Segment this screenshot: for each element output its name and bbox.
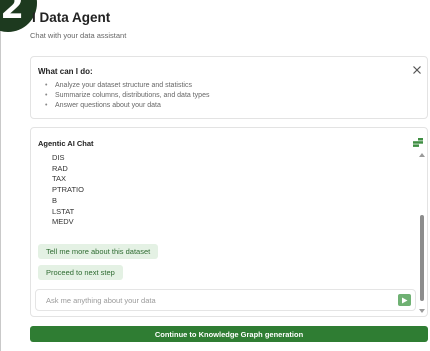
capabilities-list: Analyze your dataset structure and stati… [45, 81, 209, 112]
chat-message-line: DIS [52, 153, 65, 162]
send-button[interactable] [398, 294, 411, 306]
chat-message-line: MEDV [52, 217, 74, 227]
close-icon[interactable] [411, 64, 423, 76]
scroll-down-arrow-icon[interactable] [419, 309, 425, 313]
suggestion-next-step-button[interactable]: Proceed to next step [38, 265, 123, 280]
capabilities-panel: What can I do: Analyze your dataset stru… [30, 56, 428, 119]
scroll-up-arrow-icon[interactable] [419, 153, 425, 157]
capability-item: Analyze your dataset structure and stati… [45, 81, 209, 91]
chat-scrollbar[interactable] [418, 153, 426, 313]
chat-message-line: TAX [52, 174, 67, 184]
chat-message-line: B [52, 195, 58, 205]
capabilities-heading: What can I do: [38, 67, 93, 76]
chat-message-line: LSTAT [52, 206, 75, 216]
page-frame: 2 I Data Agent Chat with your data assis… [0, 0, 430, 351]
chat-input[interactable] [36, 290, 391, 310]
chat-message: DIS RAD TAX PTRATIO B LSTAT MEDV [52, 153, 84, 228]
capability-item: Answer questions about your data [45, 101, 209, 111]
chat-input-box [35, 289, 416, 311]
chat-title: Agentic AI Chat [38, 139, 94, 148]
chat-panel: Agentic AI Chat DIS RAD TAX PTRATIO B LS… [30, 127, 428, 317]
chat-message-line: RAD [52, 163, 68, 173]
continue-knowledge-graph-button[interactable]: Continue to Knowledge Graph generation [30, 326, 428, 342]
step-number: 2 [0, 0, 24, 27]
scroll-thumb[interactable] [419, 215, 424, 301]
capability-item: Summarize columns, distributions, and da… [45, 91, 209, 101]
app-subtitle: Chat with your data assistant [30, 31, 127, 40]
chat-message-line: PTRATIO [52, 185, 84, 195]
app-title: I Data Agent [32, 10, 111, 25]
send-arrow-icon [402, 297, 408, 303]
suggestion-dataset-info-button[interactable]: Tell me more about this dataset [38, 244, 159, 259]
chat-menu-icon[interactable] [413, 138, 423, 147]
